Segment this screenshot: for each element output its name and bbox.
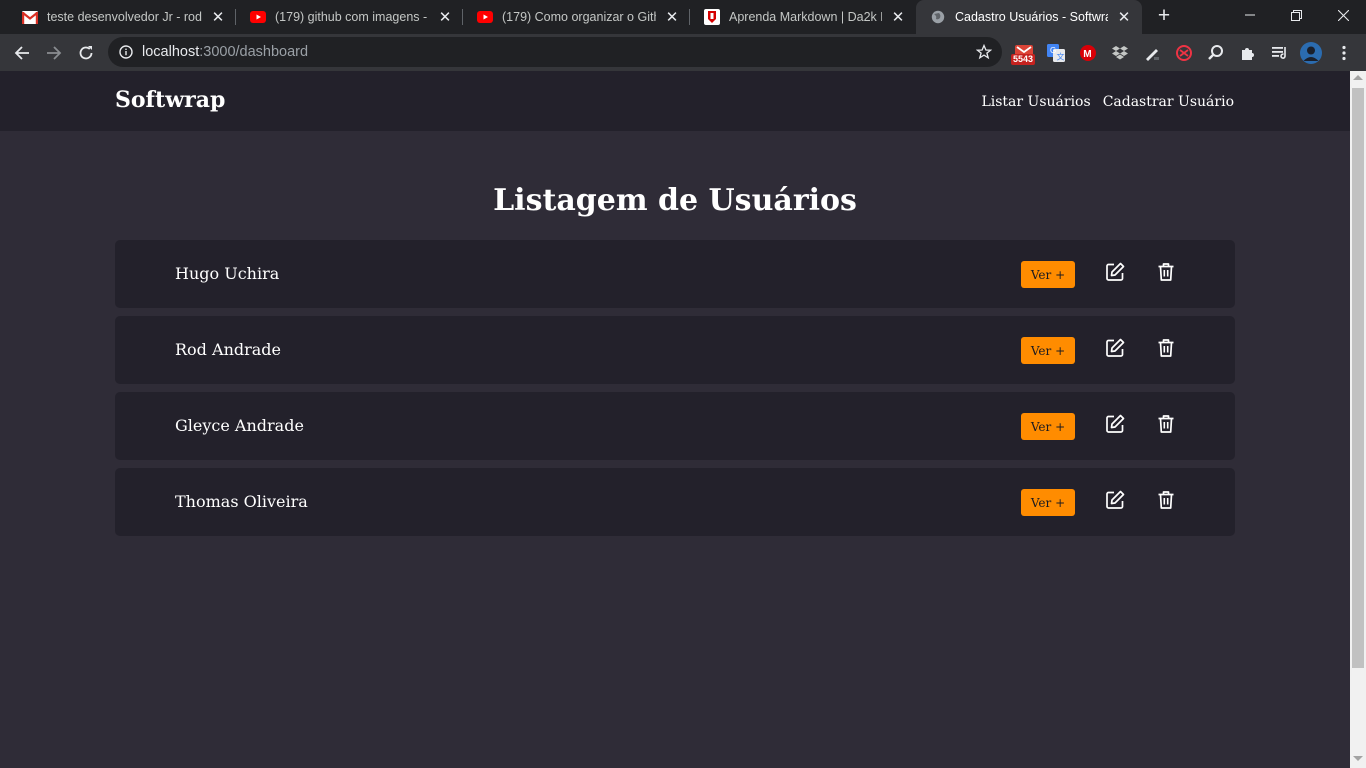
user-list: Hugo Uchira Ver + Rod Andrade Ver + Gley… <box>115 240 1235 544</box>
youtube-icon <box>477 9 493 25</box>
pen-icon[interactable] <box>1140 41 1164 65</box>
scroll-up-arrow-icon[interactable] <box>1353 75 1363 80</box>
extension-badge: 5543 <box>1011 54 1036 65</box>
browser-tab[interactable]: Aprenda Markdown | Da2k Blo ✕ <box>690 0 916 34</box>
minimize-icon[interactable] <box>1227 0 1273 30</box>
page-content: Softwrap Listar Usuários Cadastrar Usuár… <box>0 71 1350 768</box>
trash-icon[interactable] <box>1155 489 1177 511</box>
dropbox-icon[interactable] <box>1108 41 1132 65</box>
globe-icon <box>930 9 946 25</box>
close-icon[interactable]: ✕ <box>888 7 908 27</box>
info-icon[interactable] <box>119 45 133 64</box>
browser-tab-strip: teste desenvolvedor Jr - rodrig ✕ (179) … <box>0 0 1366 34</box>
close-icon[interactable]: ✕ <box>208 7 228 27</box>
user-name: Hugo Uchira <box>175 264 280 283</box>
page-title: Listagem de Usuários <box>493 183 857 218</box>
gmail-icon <box>22 9 38 25</box>
da2k-icon <box>704 9 720 25</box>
site-nav: Listar Usuários Cadastrar Usuário <box>981 94 1234 110</box>
reload-icon[interactable] <box>72 39 100 67</box>
close-icon[interactable]: ✕ <box>662 7 682 27</box>
trash-icon[interactable] <box>1155 413 1177 435</box>
user-name: Rod Andrade <box>175 340 282 359</box>
browser-tab[interactable]: (179) Como organizar o Github ✕ <box>463 0 690 34</box>
tab-title: Cadastro Usuários - Softwrap <box>955 10 1108 24</box>
svg-text:文: 文 <box>1057 52 1065 62</box>
url-text: localhost:3000/dashboard <box>142 44 308 60</box>
lastpass-icon[interactable] <box>1172 41 1196 65</box>
back-icon[interactable] <box>8 39 36 67</box>
search-lens-icon[interactable] <box>1204 41 1228 65</box>
browser-tab-active[interactable]: Cadastro Usuários - Softwrap ✕ <box>916 0 1142 34</box>
browser-tab[interactable]: teste desenvolvedor Jr - rodrig ✕ <box>8 0 236 34</box>
url-path: :3000/dashboard <box>199 44 309 60</box>
edit-icon[interactable] <box>1104 261 1126 283</box>
nav-link-register-user[interactable]: Cadastrar Usuário <box>1103 94 1234 110</box>
edit-icon[interactable] <box>1104 413 1126 435</box>
url-host: localhost <box>142 44 200 60</box>
user-row: Thomas Oliveira Ver + <box>115 468 1235 536</box>
scroll-down-arrow-icon[interactable] <box>1353 756 1363 761</box>
user-name: Thomas Oliveira <box>175 492 308 511</box>
menu-dots-icon[interactable] <box>1332 41 1356 65</box>
media-queue-icon[interactable] <box>1268 41 1292 65</box>
edit-icon[interactable] <box>1104 337 1126 359</box>
window-close-icon[interactable] <box>1320 0 1366 30</box>
browser-tab[interactable]: (179) github com imagens - Yo ✕ <box>236 0 463 34</box>
user-row: Rod Andrade Ver + <box>115 316 1235 384</box>
view-more-button[interactable]: Ver + <box>1021 413 1075 440</box>
address-bar[interactable]: localhost:3000/dashboard <box>108 37 1002 67</box>
restore-icon[interactable] <box>1273 0 1319 30</box>
google-translate-icon[interactable]: G文 <box>1044 41 1068 65</box>
forward-icon[interactable] <box>40 39 68 67</box>
close-icon[interactable]: ✕ <box>1114 7 1134 27</box>
scrollbar-thumb[interactable] <box>1352 88 1364 668</box>
tab-title: (179) github com imagens - Yo <box>275 10 429 24</box>
view-more-button[interactable]: Ver + <box>1021 261 1075 288</box>
mega-icon[interactable]: M <box>1076 41 1100 65</box>
brand-logo[interactable]: Softwrap <box>115 87 225 113</box>
tab-title: Aprenda Markdown | Da2k Blo <box>729 10 882 24</box>
view-more-button[interactable]: Ver + <box>1021 489 1075 516</box>
site-header: Softwrap Listar Usuários Cadastrar Usuár… <box>0 71 1350 131</box>
close-icon[interactable]: ✕ <box>435 7 455 27</box>
extensions-puzzle-icon[interactable] <box>1236 41 1260 65</box>
trash-icon[interactable] <box>1155 337 1177 359</box>
user-row: Hugo Uchira Ver + <box>115 240 1235 308</box>
tab-title: (179) Como organizar o Github <box>502 10 656 24</box>
browser-toolbar: localhost:3000/dashboard G文 M <box>0 34 1366 71</box>
svg-text:M: M <box>1083 49 1091 60</box>
avatar[interactable] <box>1299 41 1323 65</box>
user-row: Gleyce Andrade Ver + <box>115 392 1235 460</box>
new-tab-button[interactable]: + <box>1153 5 1175 28</box>
star-icon[interactable] <box>975 43 993 65</box>
edit-icon[interactable] <box>1104 489 1126 511</box>
user-name: Gleyce Andrade <box>175 416 304 435</box>
svg-text:G: G <box>1050 46 1056 55</box>
trash-icon[interactable] <box>1155 261 1177 283</box>
tab-title: teste desenvolvedor Jr - rodrig <box>47 10 202 24</box>
youtube-icon <box>250 9 266 25</box>
view-more-button[interactable]: Ver + <box>1021 337 1075 364</box>
nav-link-list-users[interactable]: Listar Usuários <box>981 94 1090 110</box>
